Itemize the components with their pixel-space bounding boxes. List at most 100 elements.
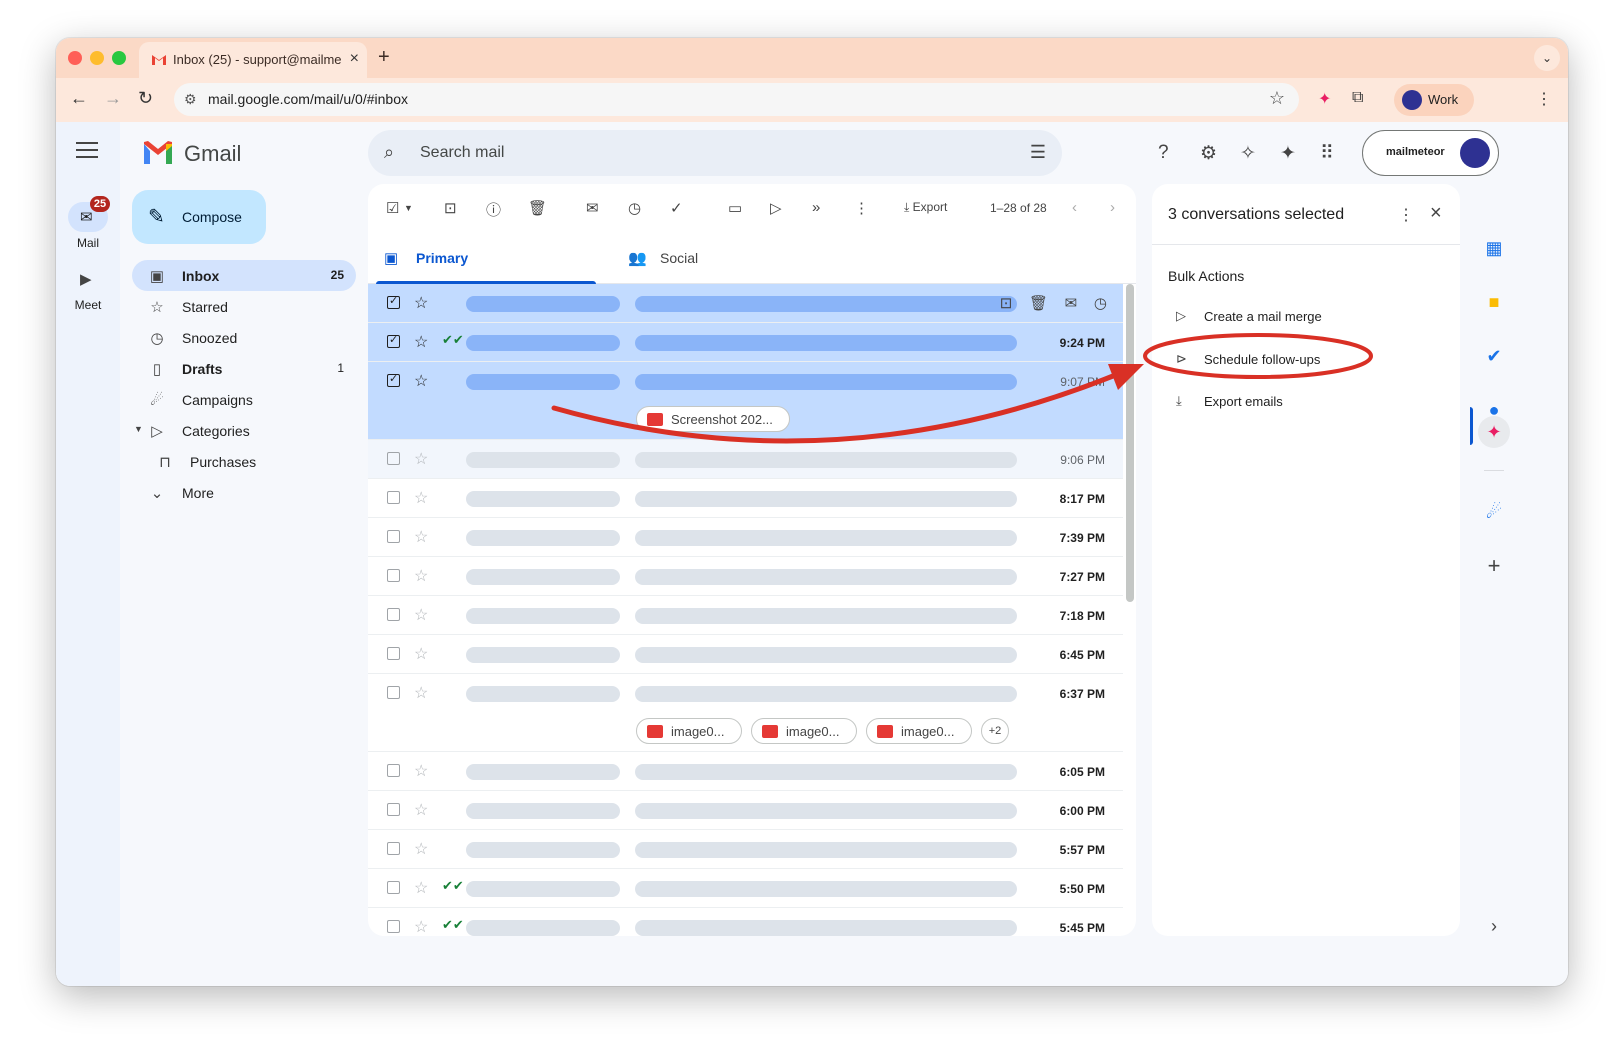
rail-item-mail[interactable]: ✉ 25 Mail (60, 196, 116, 250)
delete-icon[interactable]: 🗑 (528, 199, 547, 217)
star-icon[interactable]: ☆ (414, 800, 428, 820)
star-icon[interactable]: ☆ (414, 371, 428, 391)
table-row[interactable]: ☆ ⊡ 🗑 ✉ ◷ (368, 284, 1123, 323)
star-icon[interactable]: ☆ (414, 488, 428, 508)
report-spam-icon[interactable]: ⓘ (486, 199, 501, 220)
tasks-icon[interactable]: ✔ (1482, 344, 1506, 368)
more-actions-icon[interactable]: ⋮ (854, 199, 869, 217)
star-icon[interactable]: ☆ (414, 917, 428, 936)
table-row[interactable]: ☆ ✔✔ 5:50 PM (368, 869, 1123, 908)
zoom-window-button[interactable] (112, 51, 126, 65)
table-row[interactable]: ☆ 9:07 PM Screenshot 202... (368, 362, 1123, 440)
star-icon[interactable]: ☆ (414, 605, 428, 625)
row-checkbox[interactable] (387, 294, 400, 309)
sparkle-extension-icon[interactable]: ✧ (1240, 142, 1256, 165)
expand-panel-chevron-icon[interactable]: › (1482, 914, 1506, 938)
search-bar[interactable]: ⌕ Search mail ☰ (368, 130, 1062, 176)
calendar-icon[interactable]: ▦ (1482, 236, 1506, 260)
row-checkbox[interactable] (387, 647, 400, 660)
gear-icon[interactable]: ⚙ (1200, 142, 1217, 165)
extensions-puzzle-icon[interactable]: ⧉ (1352, 89, 1363, 107)
table-row[interactable]: ☆ ✔✔ 9:24 PM (368, 323, 1123, 362)
row-checkbox[interactable] (387, 530, 400, 543)
panel-more-icon[interactable]: ⋮ (1398, 205, 1414, 225)
nav-item-snoozed[interactable]: ◷ Snoozed (132, 322, 356, 353)
row-checkbox[interactable] (387, 372, 400, 387)
browser-menu-icon[interactable]: ⋮ (1536, 89, 1552, 109)
add-task-icon[interactable]: ✓ (670, 199, 683, 217)
row-checkbox[interactable] (387, 569, 400, 582)
select-all-checkbox[interactable]: ☑ (386, 199, 399, 217)
mark-read-icon[interactable]: ✉ (586, 199, 599, 217)
nav-item-campaigns[interactable]: ☄ Campaigns (132, 384, 356, 415)
export-emails-button[interactable]: ⤓ Export emails (1172, 391, 1432, 415)
compose-button[interactable]: ✎ Compose (132, 190, 266, 244)
star-icon[interactable]: ☆ (414, 449, 428, 469)
expand-arrow-icon[interactable]: ▼ (134, 424, 143, 434)
close-window-button[interactable] (68, 51, 82, 65)
nav-item-inbox[interactable]: ▣ Inbox 25 (132, 260, 356, 291)
tab-search-chevron-icon[interactable]: ⌄ (1534, 45, 1560, 71)
table-row[interactable]: ☆ 6:00 PM (368, 791, 1123, 830)
row-checkbox[interactable] (387, 764, 400, 777)
star-icon[interactable]: ☆ (414, 527, 428, 547)
scrollbar-thumb[interactable] (1126, 284, 1134, 602)
row-checkbox[interactable] (387, 333, 400, 348)
select-dropdown-icon[interactable]: ▼ (404, 203, 413, 213)
star-icon[interactable]: ☆ (414, 644, 428, 664)
more-attachments-chip[interactable]: +2 (981, 718, 1009, 744)
nav-item-purchases[interactable]: ⊓ Purchases (132, 446, 356, 477)
address-bar[interactable]: ⚙ mail.google.com/mail/u/0/#inbox ☆ (174, 83, 1299, 116)
row-checkbox[interactable] (387, 686, 400, 699)
label-icon[interactable]: ▷ (770, 199, 782, 217)
attachment-chip[interactable]: image0... (636, 718, 742, 744)
table-row[interactable]: ☆ 6:05 PM (368, 752, 1123, 791)
site-settings-icon[interactable]: ⚙ (184, 91, 197, 108)
star-icon[interactable]: ☆ (414, 293, 428, 313)
snooze-icon[interactable]: ◷ (628, 199, 641, 217)
row-checkbox[interactable] (387, 608, 400, 621)
nav-item-more[interactable]: ⌄ More (132, 477, 356, 508)
next-page-icon[interactable]: › (1110, 199, 1115, 216)
nav-item-categories[interactable]: ▼ ▷ Categories (132, 415, 356, 446)
table-row[interactable]: ☆ ✔✔ 5:45 PM (368, 908, 1123, 936)
main-menu-icon[interactable] (76, 142, 98, 163)
forward-arrow-icon[interactable]: → (104, 88, 122, 109)
create-mail-merge-button[interactable]: ▷ Create a mail merge (1172, 306, 1432, 330)
rail-item-meet[interactable]: ▶ Meet (60, 264, 116, 312)
row-hover-actions[interactable]: ⊡ 🗑 ✉ ◷ (1000, 294, 1107, 312)
row-checkbox[interactable] (387, 920, 400, 933)
gmail-logo[interactable]: Gmail (142, 140, 241, 168)
attachment-chip[interactable]: Screenshot 202... (636, 406, 790, 432)
table-row[interactable]: ☆ 5:57 PM (368, 830, 1123, 869)
table-row[interactable]: ☆ 9:06 PM (368, 440, 1123, 479)
row-checkbox[interactable] (387, 452, 400, 465)
star-icon[interactable]: ☆ (414, 839, 428, 859)
move-to-icon[interactable]: ▭ (728, 199, 742, 217)
star-icon[interactable]: ☆ (414, 878, 428, 898)
search-options-icon[interactable]: ☰ (1030, 142, 1046, 163)
table-row[interactable]: ☆ 8:17 PM (368, 479, 1123, 518)
bookmark-star-icon[interactable]: ☆ (1269, 88, 1285, 109)
gemini-icon[interactable]: ✦ (1280, 142, 1296, 165)
prev-page-icon[interactable]: ‹ (1072, 199, 1077, 216)
mailmeteor-addon-icon[interactable]: ✦ (1478, 416, 1510, 448)
row-checkbox[interactable] (387, 881, 400, 894)
keep-icon[interactable]: ■ (1482, 290, 1506, 314)
table-row[interactable]: ☆ 7:18 PM (368, 596, 1123, 635)
meteor-addon-icon[interactable]: ☄ (1482, 500, 1506, 524)
row-checkbox[interactable] (387, 491, 400, 504)
star-icon[interactable]: ☆ (414, 761, 428, 781)
export-button[interactable]: ⤓ Export (904, 200, 947, 215)
table-row[interactable]: ☆ 6:37 PM image0... image0... image0... +2 (368, 674, 1123, 752)
archive-icon[interactable]: ⊡ (444, 199, 457, 217)
back-arrow-icon[interactable]: ← (70, 88, 88, 109)
table-row[interactable]: ☆ 7:39 PM (368, 518, 1123, 557)
attachment-chip[interactable]: image0... (751, 718, 857, 744)
tab-social[interactable]: 👥 Social (612, 230, 838, 284)
table-row[interactable]: ☆ 6:45 PM (368, 635, 1123, 674)
tab-primary[interactable]: ▣ Primary (368, 230, 596, 284)
browser-tab[interactable]: Inbox (25) - support@mailmeteor.com × (139, 42, 367, 78)
search-icon[interactable]: ⌕ (384, 142, 394, 163)
star-icon[interactable]: ☆ (414, 332, 428, 352)
